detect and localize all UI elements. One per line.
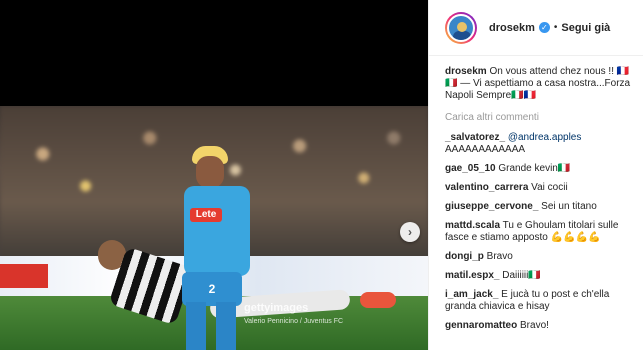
caption-username[interactable]: drosekm — [445, 66, 487, 77]
comment-text: Daiiiiii🇮🇹 — [502, 270, 541, 281]
comment-username[interactable]: matil.espx_ — [445, 270, 499, 281]
comment: gennaromatteo Bravo! — [445, 320, 639, 332]
comment: giuseppe_cervone_ Sei un titano — [445, 201, 639, 213]
comment-list: drosekm On vous attend chez nous !! 🇫🇷🇮🇹… — [445, 66, 639, 339]
separator-dot: • — [553, 22, 558, 33]
username[interactable]: drosekm — [489, 22, 535, 34]
follow-status-button[interactable]: Segui già — [561, 22, 610, 34]
comment-username[interactable]: gae_05_10 — [445, 163, 496, 174]
player-shorts: 2 — [182, 272, 242, 306]
player-boot — [360, 292, 396, 308]
player-head — [196, 156, 224, 188]
comment-text: Bravo! — [520, 320, 549, 331]
shirt-sponsor: Lete — [190, 208, 222, 222]
comment: matil.espx_ Daiiiiii🇮🇹 — [445, 270, 639, 282]
post-header: drosekm ✓ • Segui già — [429, 0, 643, 56]
comment: valentino_carrera Vai cocii — [445, 182, 639, 194]
caption: drosekm On vous attend chez nous !! 🇫🇷🇮🇹… — [445, 66, 639, 102]
comment-username[interactable]: _salvatorez_ — [445, 132, 505, 143]
comment-text: Vai cocii — [531, 182, 568, 193]
comment-username[interactable]: mattd.scala — [445, 220, 500, 231]
avatar[interactable] — [445, 11, 477, 44]
comment-mention[interactable]: @andrea.apples — [508, 132, 582, 143]
comment-text: Bravo — [486, 251, 513, 262]
comment-text: Grande kevin🇮🇹 — [498, 163, 571, 174]
next-photo-button[interactable]: › — [400, 222, 420, 242]
post-sidebar: drosekm ✓ • Segui già drosekm On vous at… — [428, 0, 643, 350]
comment-text: AAAAAAAAAAAA — [445, 144, 526, 155]
ad-red-logo — [0, 264, 48, 288]
comment-username[interactable]: gennaromatteo — [445, 320, 517, 331]
comment: mattd.scala Tu e Ghoulam titolari sulle … — [445, 220, 639, 244]
avatar-image — [447, 13, 475, 42]
watermark-credit: Valerio Pennicino / Juventus FC — [244, 318, 344, 325]
comment: i_am_jack_ E jucà tu o post e ch'ella gr… — [445, 289, 639, 313]
comment-username[interactable]: i_am_jack_ — [445, 289, 498, 300]
post-photo[interactable]: Lete 2 — [0, 106, 428, 350]
post-media: Lete 2 gettyimages Valerio Pennicino / J… — [0, 0, 428, 350]
player-legs — [186, 302, 236, 350]
comment-username[interactable]: valentino_carrera — [445, 182, 528, 193]
comment-text: Sei un titano — [541, 201, 597, 212]
player-shirt — [184, 186, 250, 276]
comment-username[interactable]: giuseppe_cervone_ — [445, 201, 538, 212]
comment: gae_05_10 Grande kevin🇮🇹 — [445, 163, 639, 175]
verified-badge-icon: ✓ — [538, 22, 550, 33]
watermark: gettyimages — [244, 302, 309, 314]
comment-username[interactable]: dongi_p — [445, 251, 484, 262]
comment: _salvatorez_ @andrea.apples AAAAAAAAAAAA — [445, 132, 639, 156]
load-more-comments[interactable]: Carica altri commenti — [445, 112, 639, 124]
chevron-right-icon: › — [408, 225, 412, 239]
comment: dongi_p Bravo — [445, 251, 639, 263]
